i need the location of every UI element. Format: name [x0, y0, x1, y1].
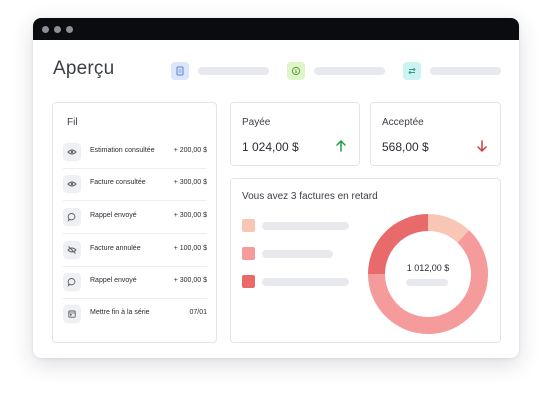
list-item-label: Rappel envoyé [90, 277, 137, 284]
accepted-stat-card[interactable]: Acceptée 568,00 $ [370, 102, 501, 166]
arrow-up-icon [336, 140, 346, 152]
list-item-amount: + 200,00 $ [173, 147, 207, 154]
chat-bubble-icon [63, 208, 81, 226]
legend-placeholder-bar [262, 250, 333, 258]
page-title: Aperçu [53, 58, 115, 79]
paid-label: Payée [242, 117, 271, 128]
legend-swatch [242, 275, 255, 288]
eye-icon [63, 175, 81, 193]
list-item-label: Facture consultée [90, 179, 146, 186]
accepted-value: 568,00 $ [382, 140, 429, 154]
window-minimize-dot[interactable] [54, 26, 61, 33]
dollar-circle-icon[interactable]: $ [287, 62, 305, 80]
window-titlebar [33, 18, 519, 40]
late-invoices-donut [368, 214, 488, 334]
list-item[interactable]: Mettre fin à la série 07/01 [63, 299, 207, 331]
list-item-label: Estimation consultée [90, 147, 155, 154]
eye-icon [63, 143, 81, 161]
list-item-label: Facture annulée [90, 245, 141, 252]
list-item-amount: + 300,00 $ [173, 212, 207, 219]
list-item-amount: + 100,00 $ [173, 245, 207, 252]
activity-feed-title: Fil [67, 117, 78, 128]
list-item-amount: + 300,00 $ [173, 277, 207, 284]
late-invoices-title: Vous avez 3 factures en retard [242, 191, 378, 202]
list-item[interactable]: Rappel envoyé + 300,00 $ [63, 267, 207, 299]
app-window: Aperçu $ Fil Estimation consultée + 200,… [33, 18, 519, 358]
donut-placeholder-bar [406, 279, 448, 286]
eye-off-icon [63, 241, 81, 259]
arrow-down-icon [477, 140, 487, 152]
legend-swatch [242, 247, 255, 260]
window-close-dot[interactable] [42, 26, 49, 33]
list-item[interactable]: Facture annulée + 100,00 $ [63, 235, 207, 267]
chat-bubble-icon [63, 273, 81, 291]
paid-stat-card[interactable]: Payée 1 024,00 $ [230, 102, 360, 166]
list-item-amount: + 300,00 $ [173, 179, 207, 186]
legend-placeholder-bar [262, 278, 349, 286]
paid-value: 1 024,00 $ [242, 140, 299, 154]
list-item-label: Mettre fin à la série [90, 309, 150, 316]
list-item-label: Rappel envoyé [90, 212, 137, 219]
divider [63, 200, 207, 201]
legend-swatch [242, 219, 255, 232]
divider [63, 233, 207, 234]
list-item-date: 07/01 [189, 309, 207, 316]
late-invoices-card: Vous avez 3 factures en retard 1 012,00 … [230, 178, 501, 343]
transfer-arrows-icon[interactable] [403, 62, 421, 80]
header-placeholder-bar [198, 67, 269, 75]
late-invoices-total: 1 012,00 $ [406, 263, 450, 273]
list-item[interactable]: Rappel envoyé + 300,00 $ [63, 202, 207, 234]
activity-feed-card: Fil Estimation consultée + 200,00 $ Fact… [52, 102, 217, 343]
window-maximize-dot[interactable] [66, 26, 73, 33]
accepted-label: Acceptée [382, 117, 424, 128]
calendar-icon [63, 305, 81, 323]
list-item[interactable]: Facture consultée + 300,00 $ [63, 169, 207, 201]
header-placeholder-bar [430, 67, 501, 75]
svg-text:$: $ [294, 69, 297, 75]
legend-placeholder-bar [262, 222, 349, 230]
header-placeholder-bar [314, 67, 385, 75]
list-item[interactable]: Estimation consultée + 200,00 $ [63, 137, 207, 169]
document-icon[interactable] [171, 62, 189, 80]
